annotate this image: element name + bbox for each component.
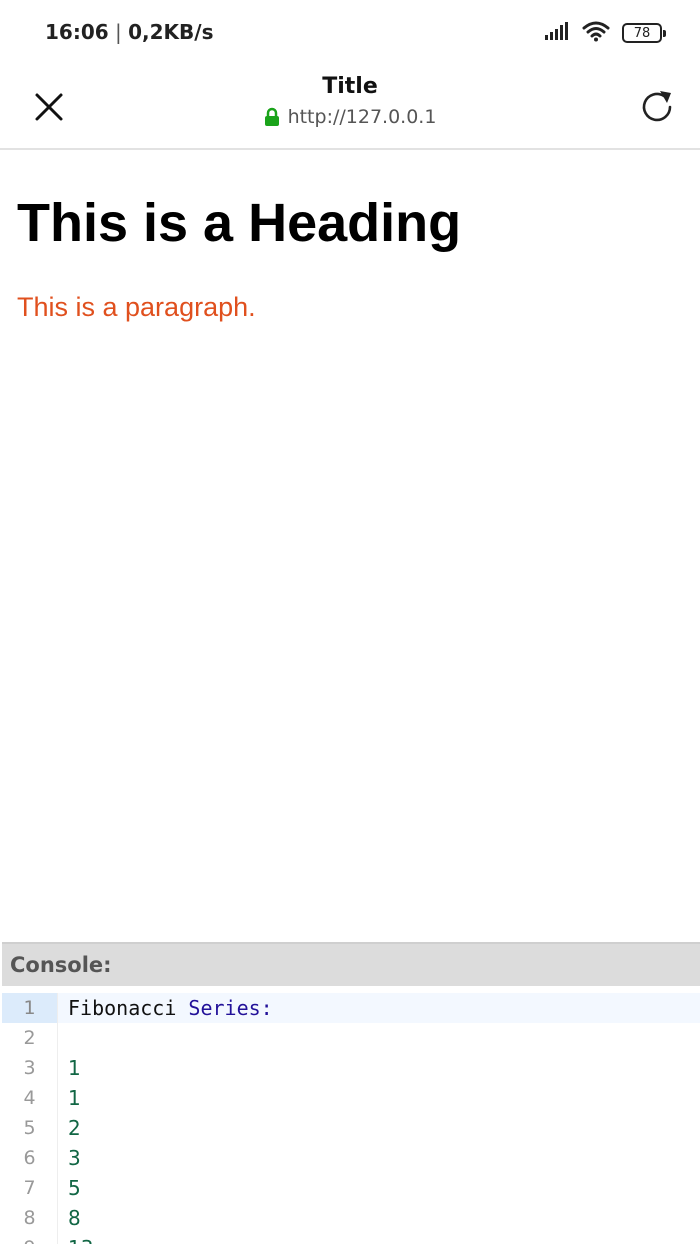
- reload-button[interactable]: [630, 80, 684, 134]
- line-number: 1: [2, 993, 58, 1023]
- status-icons: 78: [544, 20, 666, 47]
- line-text: 2: [68, 1116, 81, 1140]
- line-text: Fibonacci Series:: [68, 996, 273, 1020]
- line-number: 5: [2, 1113, 58, 1143]
- status-time: 16:06: [45, 20, 109, 44]
- reload-icon: [642, 91, 672, 122]
- line-number: 3: [2, 1053, 58, 1083]
- console-line: 4 1: [2, 1083, 700, 1113]
- status-bar: 16:06 | 0,2KB/s 78: [0, 0, 700, 64]
- browser-header: Title http://127.0.0.1: [0, 64, 700, 150]
- status-time-and-speed: 16:06 | 0,2KB/s: [45, 20, 214, 44]
- web-content: This is a Heading This is a paragraph.: [0, 150, 700, 942]
- page-title: Title: [322, 74, 378, 99]
- line-number: 8: [2, 1203, 58, 1233]
- console-label: Console:: [2, 942, 700, 986]
- console-line: 9 13: [2, 1233, 700, 1244]
- battery-icon: 78: [622, 23, 666, 43]
- content-heading: This is a Heading: [17, 193, 462, 253]
- console-line: 1 Fibonacci Series:: [2, 993, 700, 1023]
- battery-level: 78: [633, 25, 651, 41]
- console-line: 8 8: [2, 1203, 700, 1233]
- console-line: 7 5: [2, 1173, 700, 1203]
- line-text: 1: [68, 1086, 81, 1110]
- content-paragraph: This is a paragraph.: [17, 292, 256, 322]
- line-number: 7: [2, 1173, 58, 1203]
- line-number: 6: [2, 1143, 58, 1173]
- line-number: 9: [2, 1233, 58, 1244]
- url-text: http://127.0.0.1: [287, 106, 437, 128]
- console-line: 6 3: [2, 1143, 700, 1173]
- line-text: 13: [58, 1236, 93, 1244]
- line-number: 4: [2, 1083, 58, 1113]
- line-text: 8: [68, 1206, 81, 1230]
- wifi-icon: [582, 20, 610, 47]
- console-lines[interactable]: 1 Fibonacci Series: 2 3 1 4 1 5 2 6 3 7 …: [2, 993, 700, 1244]
- console-line: 2: [2, 1023, 700, 1053]
- console-line: 5 2: [2, 1113, 700, 1143]
- line-text: 3: [68, 1146, 81, 1170]
- url-bar: http://127.0.0.1: [0, 106, 700, 128]
- line-number: 2: [2, 1023, 58, 1053]
- signal-icon: [544, 21, 570, 46]
- line-text: 1: [68, 1056, 81, 1080]
- console-line: 3 1: [2, 1053, 700, 1083]
- line-text: 5: [68, 1176, 81, 1200]
- network-speed: 0,2KB/s: [128, 20, 214, 44]
- console-panel: Console: 1 Fibonacci Series: 2 3 1 4 1 5…: [2, 942, 700, 1244]
- lock-icon: [264, 107, 279, 126]
